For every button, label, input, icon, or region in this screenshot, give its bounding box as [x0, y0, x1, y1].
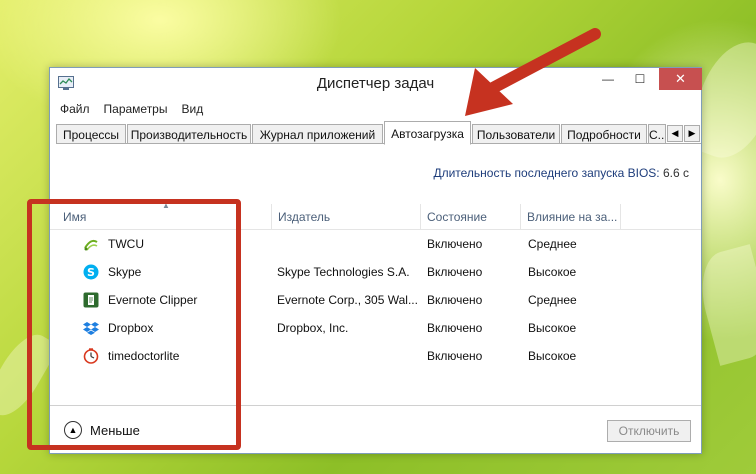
annotation-arrow-icon	[465, 28, 601, 116]
row-state: Включено	[427, 265, 483, 279]
bios-label: Длительность последнего запуска BIOS:	[433, 166, 660, 180]
menu-view[interactable]: Вид	[181, 98, 217, 120]
highlight-box	[27, 199, 241, 450]
tab-performance[interactable]: Производительность	[127, 124, 251, 144]
tab-scroll-right-icon[interactable]: ▶	[684, 125, 700, 142]
column-header-state[interactable]: Состояние	[421, 204, 520, 230]
tab-details[interactable]: Подробности	[561, 124, 647, 144]
row-impact: Высокое	[528, 321, 577, 335]
maximize-button[interactable]: ☐	[626, 68, 654, 90]
bios-value: 6.6 с	[662, 166, 689, 180]
tab-app-history[interactable]: Журнал приложений	[252, 124, 383, 144]
row-publisher: Dropbox, Inc.	[277, 321, 349, 335]
row-state: Включено	[427, 321, 483, 335]
tab-scroll-left-icon[interactable]: ◀	[667, 125, 683, 142]
column-divider[interactable]	[620, 204, 621, 230]
close-button[interactable]: ✕	[659, 68, 702, 90]
tab-processes[interactable]: Процессы	[56, 124, 126, 144]
row-impact: Высокое	[528, 265, 577, 279]
row-state: Включено	[427, 293, 483, 307]
menu-file[interactable]: Файл	[60, 98, 104, 120]
row-impact: Среднее	[528, 293, 577, 307]
bios-duration: Длительность последнего запуска BIOS: 6.…	[433, 166, 689, 180]
row-state: Включено	[427, 349, 483, 363]
disable-button[interactable]: Отключить	[607, 420, 691, 442]
tab-startup[interactable]: Автозагрузка	[384, 121, 471, 145]
row-impact: Среднее	[528, 237, 577, 251]
column-header-publisher[interactable]: Издатель	[272, 204, 420, 230]
tab-services[interactable]: С...	[648, 124, 666, 144]
row-state: Включено	[427, 237, 483, 251]
tab-users[interactable]: Пользователи	[472, 124, 560, 144]
row-publisher: Skype Technologies S.A.	[277, 265, 410, 279]
column-header-impact[interactable]: Влияние на за...	[521, 204, 619, 230]
menu-options[interactable]: Параметры	[104, 98, 182, 120]
row-impact: Высокое	[528, 349, 577, 363]
tab-strip: Процессы Производительность Журнал прило…	[56, 121, 701, 145]
row-publisher: Evernote Corp., 305 Wal...	[277, 293, 417, 307]
